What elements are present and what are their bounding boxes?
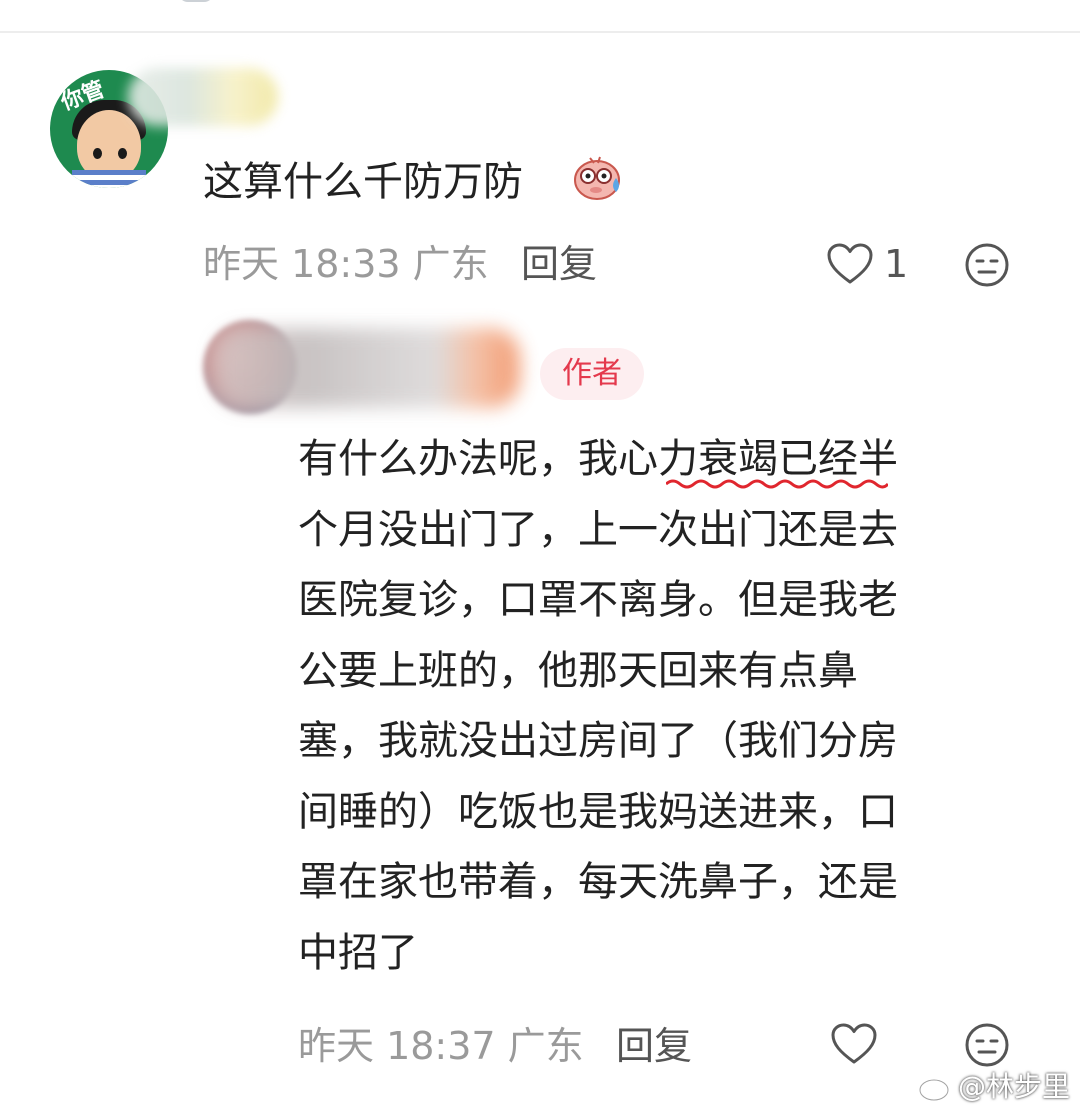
reply-text-line: 间睡的）吃饭也是我妈送进来，口	[298, 788, 898, 835]
comment-timestamp-location: 昨天 18:33 广东	[203, 242, 489, 286]
reply-text-line: 个月没出门了，上一次出门还是去	[298, 506, 898, 553]
spellcheck-squiggle-underline	[666, 479, 888, 489]
commenter-name-blurred[interactable]	[128, 68, 278, 126]
dislike-meh-face-icon[interactable]	[964, 242, 1010, 288]
author-name-blurred[interactable]	[215, 328, 520, 408]
reply-text-line: 中招了	[298, 929, 418, 976]
reply-text-line: 公要上班的，他那天回来有点鼻	[298, 647, 858, 694]
watermark-text: @林步里	[958, 1070, 1071, 1103]
reply-text: 有什么办法呢，我心力衰竭已经半 个月没出门了，上一次出门还是去 医院复诊，口罩不…	[298, 424, 998, 988]
author-badge: 作者	[540, 348, 644, 400]
divider	[0, 31, 1080, 33]
comment-text: 这算什么千防万防	[203, 159, 523, 205]
reply-timestamp-location: 昨天 18:37 广东	[298, 1024, 584, 1068]
heart-icon[interactable]	[826, 242, 874, 286]
reply-text-line: 罩在家也带着，每天洗鼻子，还是	[298, 859, 898, 905]
avatar-eye-right	[118, 148, 127, 159]
reply-button[interactable]: 回复	[616, 1020, 692, 1072]
dislike-meh-face-icon[interactable]	[964, 1022, 1010, 1068]
sweat-pig-emoji-icon	[574, 156, 620, 200]
reply-text-line: 塞，我就没出过房间了（我们分房	[298, 718, 898, 764]
heart-icon[interactable]	[830, 1022, 878, 1066]
reply-button[interactable]: 回复	[521, 238, 597, 290]
avatar-eye-left	[93, 148, 102, 159]
weibo-icon	[918, 1074, 953, 1102]
like-count: 1	[884, 242, 909, 286]
previous-item-edge	[178, 0, 214, 2]
reply-text-line: 医院复诊，口罩不离身。但是我老	[298, 577, 898, 623]
reply-text-line: 有什么办法呢，我心力衰竭已经半	[298, 436, 898, 482]
avatar-shirt	[72, 170, 146, 188]
